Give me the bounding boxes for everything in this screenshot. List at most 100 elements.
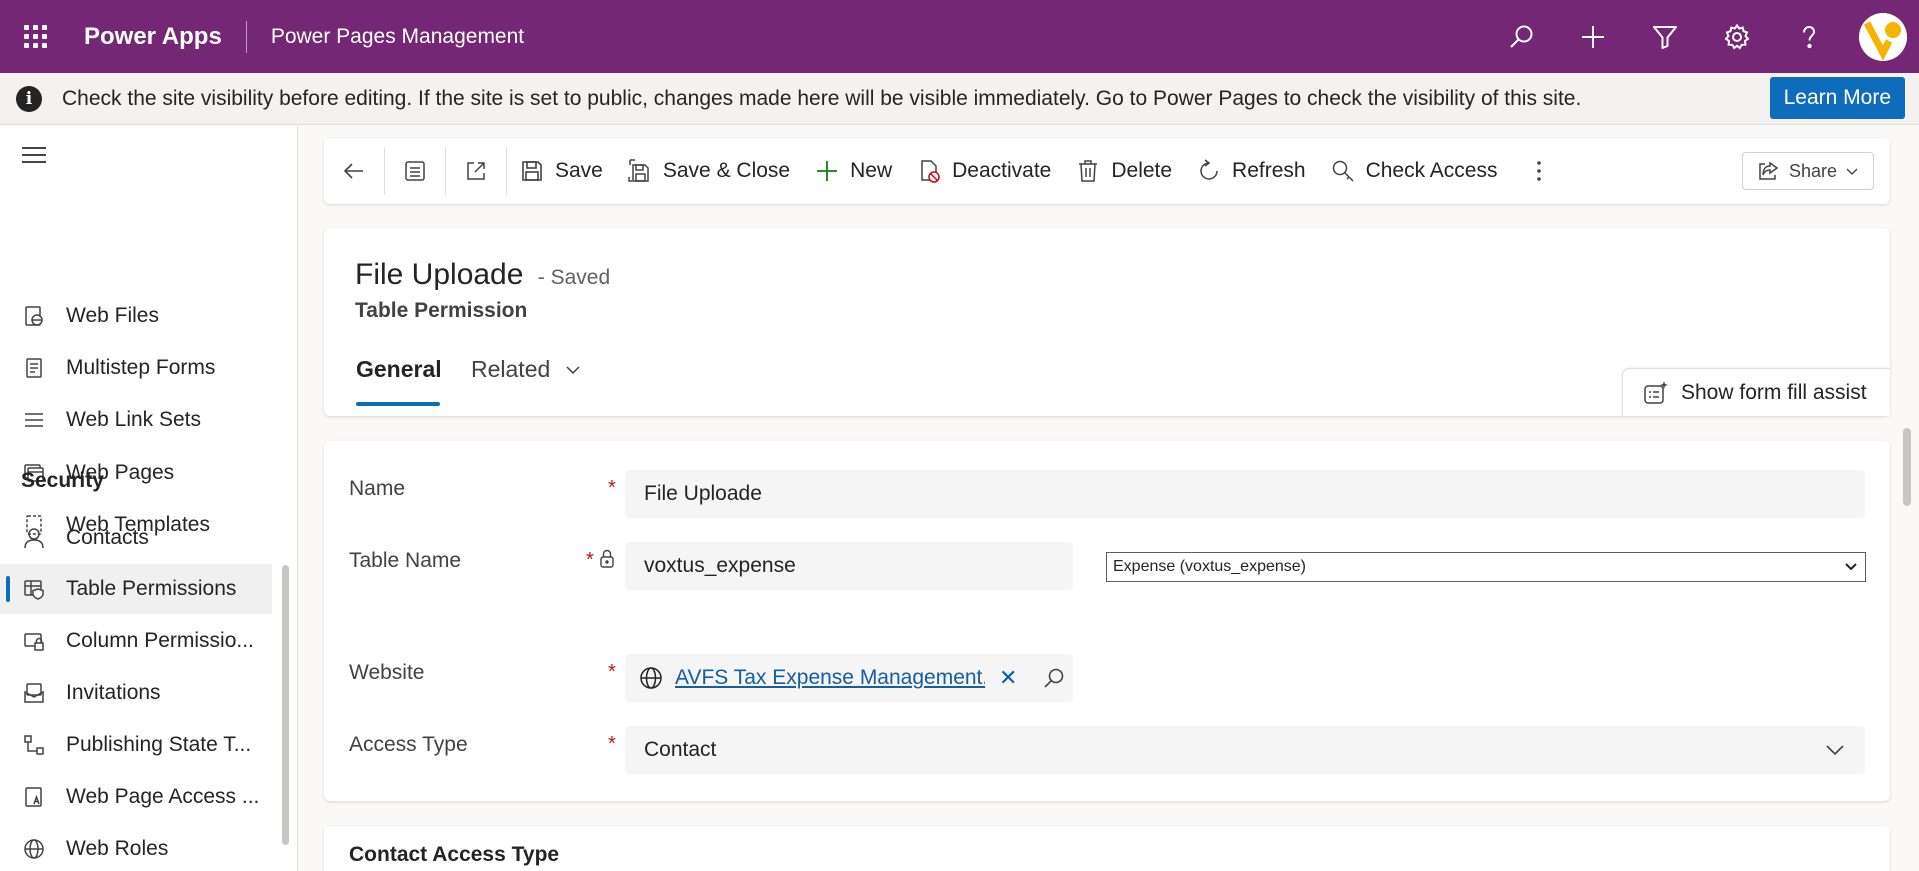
required-indicator: * bbox=[608, 477, 616, 499]
learn-more-button[interactable]: Learn More bbox=[1769, 77, 1905, 119]
website-lookup-link[interactable]: AVFS Tax Expense Management... bbox=[675, 666, 985, 690]
sidebar-item-web-link-sets[interactable]: Web Link Sets bbox=[0, 395, 272, 445]
check-access-button[interactable]: Check Access bbox=[1318, 138, 1510, 204]
info-icon: i bbox=[16, 85, 42, 112]
person-icon bbox=[22, 526, 46, 550]
sidebar-item-invitations[interactable]: Invitations bbox=[0, 668, 272, 718]
more-commands-button[interactable] bbox=[1509, 138, 1569, 204]
help-button[interactable] bbox=[1773, 0, 1845, 73]
form-assist-icon bbox=[1644, 380, 1668, 404]
sidebar-item-publishing-state[interactable]: Publishing State T... bbox=[0, 720, 272, 770]
deactivate-icon bbox=[916, 158, 942, 184]
trash-icon bbox=[1075, 158, 1101, 184]
record-list-icon bbox=[405, 161, 425, 181]
tab-general[interactable]: General bbox=[356, 356, 442, 383]
lock-icon bbox=[600, 549, 614, 568]
section-title: Contact Access Type bbox=[349, 843, 560, 866]
save-button[interactable]: Save bbox=[507, 138, 615, 204]
globe-icon bbox=[22, 837, 46, 861]
app-name[interactable]: Power Apps bbox=[84, 23, 222, 51]
waffle-icon bbox=[23, 25, 47, 48]
clear-lookup-icon[interactable]: ✕ bbox=[999, 665, 1017, 691]
name-label: Name bbox=[349, 477, 406, 500]
delete-label: Delete bbox=[1111, 159, 1173, 182]
web-files-icon bbox=[22, 304, 46, 328]
form-icon bbox=[22, 356, 46, 380]
search-button[interactable] bbox=[1485, 0, 1557, 73]
avatar[interactable] bbox=[1859, 12, 1907, 61]
invitation-icon bbox=[22, 681, 46, 705]
table-shield-icon bbox=[22, 577, 46, 601]
deactivate-button[interactable]: Deactivate bbox=[904, 138, 1063, 204]
add-icon bbox=[814, 158, 840, 184]
sidebar-item-multistep-forms[interactable]: Multistep Forms bbox=[0, 343, 272, 393]
sidebar-item-contacts[interactable]: Contacts bbox=[0, 513, 272, 563]
name-field[interactable]: File Uploade bbox=[625, 470, 1865, 518]
sidebar-item-label: Publishing State T... bbox=[66, 733, 252, 756]
save-close-button[interactable]: Save & Close bbox=[615, 138, 802, 204]
refresh-icon bbox=[1196, 158, 1222, 184]
table-name-field[interactable]: voxtus_expense bbox=[625, 542, 1073, 590]
add-button[interactable] bbox=[1557, 0, 1629, 73]
show-form-fill-assist-button[interactable]: Show form fill assist bbox=[1622, 368, 1890, 416]
active-tab-indicator bbox=[356, 402, 440, 406]
table-name-select[interactable]: Expense (voxtus_expense) bbox=[1106, 552, 1866, 582]
required-indicator: * bbox=[608, 661, 616, 683]
environment-name[interactable]: Power Pages Management bbox=[271, 25, 524, 49]
chevron-down-icon bbox=[566, 365, 580, 374]
access-type-select[interactable]: Contact bbox=[625, 726, 1865, 774]
sidebar: Web Files Multistep Forms Web Link Sets … bbox=[0, 125, 298, 871]
main-scrollbar[interactable] bbox=[1903, 428, 1911, 506]
save-close-label: Save & Close bbox=[662, 159, 791, 182]
save-icon bbox=[519, 158, 545, 184]
share-label: Share bbox=[1788, 160, 1837, 181]
share-icon bbox=[1759, 161, 1779, 180]
notification-text: Check the site visibility before editing… bbox=[62, 86, 1582, 110]
list-icon bbox=[22, 408, 46, 432]
sidebar-item-web-roles[interactable]: Web Roles bbox=[0, 824, 272, 871]
refresh-button[interactable]: Refresh bbox=[1184, 138, 1318, 204]
sidebar-scrollbar[interactable] bbox=[282, 565, 289, 845]
new-button[interactable]: New bbox=[802, 138, 904, 204]
table-select-value: Expense (voxtus_expense) bbox=[1113, 558, 1306, 575]
form-assist-label: Show form fill assist bbox=[1681, 380, 1867, 404]
search-icon[interactable] bbox=[1043, 667, 1065, 689]
delete-button[interactable]: Delete bbox=[1063, 138, 1184, 204]
open-in-new-icon bbox=[467, 162, 485, 180]
open-new-window-button[interactable] bbox=[446, 138, 506, 204]
command-bar: Save Save & Close New Deactivate Delete … bbox=[324, 138, 1890, 204]
app-launcher-button[interactable] bbox=[0, 0, 70, 73]
sidebar-item-column-permissions[interactable]: Column Permissio... bbox=[0, 616, 272, 666]
settings-button[interactable] bbox=[1701, 0, 1773, 73]
gear-icon bbox=[1724, 23, 1750, 49]
sidebar-item-web-files[interactable]: Web Files bbox=[0, 291, 272, 341]
chevron-down-icon bbox=[1846, 168, 1858, 175]
record-set-button[interactable] bbox=[385, 138, 445, 204]
hamburger-menu-icon[interactable] bbox=[22, 147, 46, 168]
save-close-icon bbox=[627, 158, 653, 184]
record-status: - Saved bbox=[537, 266, 611, 289]
search-icon bbox=[1510, 25, 1533, 48]
chevron-down-icon bbox=[1845, 563, 1857, 571]
globe-icon bbox=[640, 667, 662, 689]
sidebar-item-label: Table Permissions bbox=[66, 577, 237, 600]
required-indicator: * bbox=[608, 733, 616, 755]
share-button[interactable]: Share bbox=[1741, 152, 1874, 190]
chevron-down-icon bbox=[1826, 745, 1844, 756]
add-icon bbox=[1582, 25, 1604, 48]
filter-button[interactable] bbox=[1629, 0, 1701, 73]
sidebar-item-web-page-access[interactable]: Web Page Access ... bbox=[0, 772, 272, 822]
sidebar-item-label: Contacts bbox=[66, 526, 149, 549]
key-search-icon bbox=[1330, 158, 1356, 184]
sidebar-item-table-permissions[interactable]: Table Permissions bbox=[0, 564, 272, 614]
page-title: File Uploade - Saved bbox=[355, 258, 610, 292]
back-button[interactable] bbox=[324, 138, 384, 204]
tab-related[interactable]: Related bbox=[471, 356, 582, 383]
more-vertical-icon bbox=[1537, 161, 1542, 181]
sidebar-item-label: Web Files bbox=[66, 304, 159, 327]
website-lookup[interactable]: AVFS Tax Expense Management... ✕ bbox=[625, 654, 1073, 702]
sidebar-section-security: Security bbox=[21, 469, 104, 492]
sidebar-item-label: Invitations bbox=[66, 681, 161, 704]
sidebar-item-label: Column Permissio... bbox=[66, 629, 254, 652]
new-label: New bbox=[850, 159, 893, 182]
